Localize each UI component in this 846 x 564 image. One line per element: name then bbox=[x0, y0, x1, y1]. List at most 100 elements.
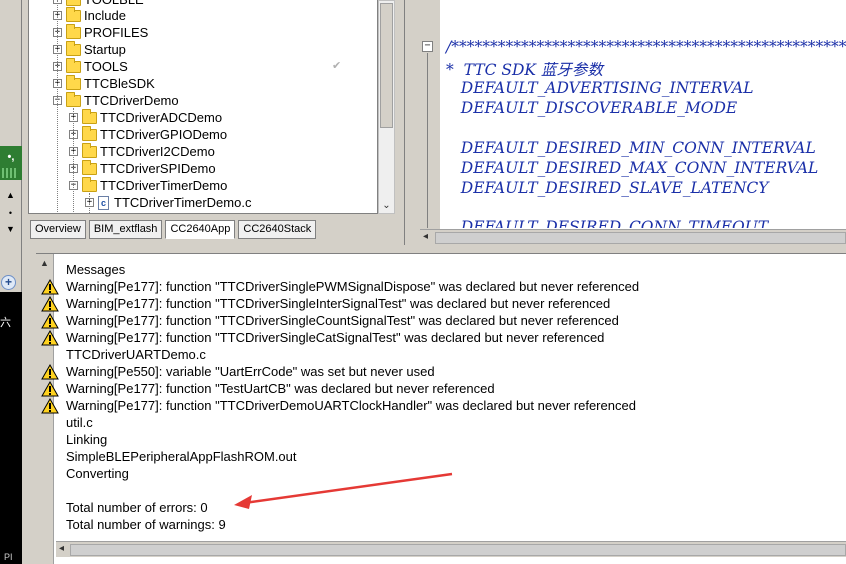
tree-item[interactable]: + TTCDriverSPIDemo bbox=[69, 159, 216, 177]
folder-icon bbox=[66, 0, 81, 6]
warning-message[interactable]: Warning[Pe177]: function "TestUartCB" wa… bbox=[66, 380, 495, 397]
tree-item-label: TTCDriverDemo bbox=[84, 93, 179, 108]
scroll-down-small-icon[interactable]: ▼ bbox=[3, 222, 18, 237]
scroll-up-small-icon[interactable]: ▲ bbox=[3, 188, 18, 203]
bottom-left-corner bbox=[22, 540, 36, 564]
folder-icon bbox=[82, 159, 97, 175]
code-line: DEFAULT_DESIRED_CONN_TIMEOUT bbox=[446, 218, 769, 228]
tree-item-label: PROFILES bbox=[84, 25, 149, 40]
message-line[interactable]: Linking bbox=[66, 431, 107, 448]
code-line: DEFAULT_ADVERTISING_INTERVAL bbox=[446, 79, 754, 97]
tree-item-label: TTCDriverSPIDemo bbox=[100, 161, 216, 176]
workspace-tab[interactable]: Overview bbox=[30, 220, 86, 239]
add-circle-icon[interactable]: + bbox=[1, 275, 16, 290]
tree-item-label: TTCDriverTimerDemo bbox=[100, 178, 228, 193]
bullet-small-icon: • bbox=[8, 208, 13, 218]
folder-icon bbox=[66, 91, 81, 107]
workspace-tab[interactable]: BIM_extflash bbox=[88, 220, 163, 239]
warning-triangle-icon bbox=[41, 330, 59, 346]
fold-collapse-icon[interactable]: − bbox=[422, 41, 433, 52]
dark-panel-glyph: 六 bbox=[0, 317, 11, 329]
tree-item[interactable]: + Startup bbox=[53, 40, 126, 58]
scroll-down-arrow-icon[interactable]: ⌄ bbox=[380, 200, 393, 211]
code-line: DEFAULT_DISCOVERABLE_MODE bbox=[446, 99, 738, 117]
code-line: * TTC SDK 蓝牙参数 bbox=[446, 61, 603, 79]
folder-icon bbox=[66, 74, 81, 90]
code-line: DEFAULT_DESIRED_SLAVE_LATENCY bbox=[446, 179, 769, 197]
tree-item-label: Startup bbox=[84, 42, 126, 57]
folder-icon bbox=[66, 57, 81, 73]
tree-item[interactable]: + c TTCDriverTimerDemo.c bbox=[85, 194, 251, 211]
scroll-left-arrow-icon[interactable]: ◂ bbox=[423, 231, 428, 242]
warning-triangle-icon bbox=[41, 364, 59, 380]
message-line[interactable]: SimpleBLEPeripheralAppFlashROM.out bbox=[66, 448, 297, 465]
project-tree[interactable]: + TOOLBLE +Include+PROFILES+Startup+TOOL… bbox=[28, 0, 378, 214]
dark-panel-vertical-label: PI bbox=[4, 552, 13, 562]
tree-guide-line bbox=[89, 193, 90, 213]
warning-message[interactable]: Warning[Pe177]: function "TTCDriverDemoU… bbox=[66, 397, 636, 414]
code-editor[interactable]: /***************************************… bbox=[440, 0, 846, 228]
warning-message[interactable]: Warning[Pe177]: function "TTCDriverSingl… bbox=[66, 295, 610, 312]
workspace-tab[interactable]: CC2640Stack bbox=[238, 220, 317, 239]
c-file-icon: c bbox=[98, 195, 109, 210]
tree-label: TOOLBLE bbox=[84, 0, 144, 7]
tree-guide-line bbox=[57, 0, 58, 213]
message-line[interactable]: Total number of warnings: 9 bbox=[66, 516, 226, 533]
tree-guide-line bbox=[73, 108, 74, 213]
tree-item-label: Include bbox=[84, 8, 126, 23]
messages-horizontal-scrollbar[interactable]: ◂ bbox=[56, 541, 846, 557]
message-line[interactable]: Messages bbox=[66, 261, 125, 278]
left-side-strip: •, ▲ • ▼ + 六 PI bbox=[0, 0, 22, 564]
folder-icon bbox=[82, 125, 97, 141]
folder-icon bbox=[66, 6, 81, 22]
tree-vertical-scrollbar[interactable]: ⌄ bbox=[378, 0, 395, 214]
tree-item-label: TTCDriverI2CDemo bbox=[100, 144, 215, 159]
folder-icon bbox=[82, 176, 97, 192]
warning-message[interactable]: Warning[Pe550]: variable "UartErrCode" w… bbox=[66, 363, 435, 380]
warning-triangle-icon bbox=[41, 279, 59, 295]
warning-triangle-icon bbox=[41, 381, 59, 397]
tree-item[interactable]: + TTCDriverGPIODemo bbox=[69, 125, 228, 143]
scroll-up-arrow-icon[interactable]: ▲ bbox=[40, 258, 49, 268]
fold-guide-line bbox=[427, 53, 428, 228]
scrollbar-thumb[interactable] bbox=[70, 544, 846, 556]
message-line[interactable]: Total number of errors: 0 bbox=[66, 499, 208, 516]
code-line: /***************************************… bbox=[446, 38, 846, 56]
dark-panel: 六 PI bbox=[0, 292, 22, 564]
tree-item-label: TOOLS bbox=[84, 59, 128, 74]
folder-icon bbox=[82, 142, 97, 158]
tree-item[interactable]: + TTCDriverADCDemo bbox=[69, 108, 223, 126]
folder-icon bbox=[66, 40, 81, 56]
warning-triangle-icon bbox=[41, 398, 59, 414]
message-line[interactable]: util.c bbox=[66, 414, 93, 431]
tree-item[interactable]: + TOOLS bbox=[53, 57, 128, 75]
tree-item[interactable]: + Include bbox=[53, 6, 126, 24]
message-line[interactable]: TTCDriverUARTDemo.c bbox=[66, 346, 206, 363]
editor-gutter bbox=[404, 0, 440, 245]
folder-icon bbox=[66, 23, 81, 39]
tree-item-label: TTCDriverTimerDemo.c bbox=[114, 195, 252, 210]
warning-message[interactable]: Warning[Pe177]: function "TTCDriverSingl… bbox=[66, 278, 639, 295]
editor-horizontal-scrollbar[interactable]: ◂ bbox=[420, 229, 846, 245]
code-line: DEFAULT_DESIRED_MAX_CONN_INTERVAL bbox=[446, 159, 819, 177]
folder-icon bbox=[82, 108, 97, 124]
tree-item[interactable]: + TTCBleSDK bbox=[53, 74, 155, 92]
warning-message[interactable]: Warning[Pe177]: function "TTCDriverSingl… bbox=[66, 329, 604, 346]
workspace-tab[interactable]: CC2640App bbox=[165, 220, 236, 239]
warning-triangle-icon bbox=[41, 296, 59, 312]
warning-message[interactable]: Warning[Pe177]: function "TTCDriverSingl… bbox=[66, 312, 619, 329]
message-line[interactable]: Converting bbox=[66, 465, 129, 482]
tree-item-label: TTCDriverADCDemo bbox=[100, 110, 223, 125]
tree-item[interactable]: − TTCDriverTimerDemo bbox=[69, 176, 228, 194]
tree-item[interactable]: − TTCDriverDemo bbox=[53, 91, 179, 109]
horizontal-splitter[interactable] bbox=[36, 245, 846, 254]
scroll-left-arrow-icon[interactable]: ◂ bbox=[59, 543, 64, 554]
workspace-panel: + TOOLBLE +Include+PROFILES+Startup+TOOL… bbox=[24, 0, 404, 245]
scrollbar-thumb[interactable] bbox=[380, 3, 393, 128]
workspace-tabs: Overview BIM_extflash CC2640App CC2640Stack bbox=[30, 220, 317, 240]
scrollbar-thumb[interactable] bbox=[435, 232, 846, 244]
tree-item-label: TTCDriverGPIODemo bbox=[100, 127, 228, 142]
tree-item[interactable]: + TTCDriverI2CDemo bbox=[69, 142, 215, 160]
tree-item[interactable]: + PROFILES bbox=[53, 23, 149, 41]
tree-item-label: TTCBleSDK bbox=[84, 76, 155, 91]
